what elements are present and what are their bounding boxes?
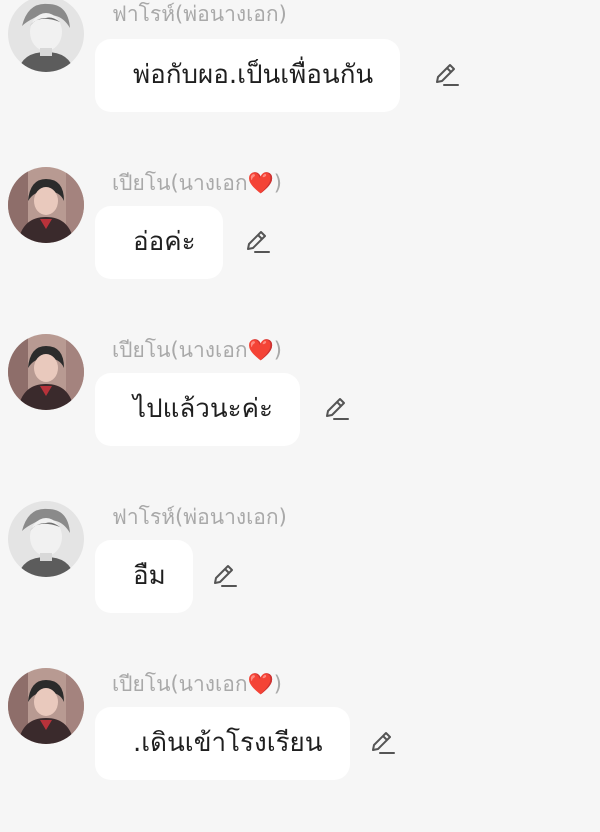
message-bubble[interactable]: อ่อค่ะ (95, 206, 223, 279)
sender-name: ฟาโรห์(พ่อนางเอก) (112, 2, 287, 26)
avatar-heroine[interactable] (8, 668, 84, 744)
pencil-edit-icon[interactable] (243, 228, 271, 256)
sender-name: เปียโน(นางเอก❤️) (112, 672, 282, 696)
message-row: ฟาโรห์(พ่อนางเอก) พ่อกับผอ.เป็นเพื่อนกัน (0, 0, 600, 116)
avatar-heroine[interactable] (8, 167, 84, 243)
sender-name: ฟาโรห์(พ่อนางเอก) (112, 505, 287, 529)
pencil-edit-icon[interactable] (322, 395, 350, 423)
pencil-edit-icon[interactable] (432, 61, 460, 89)
avatar-father[interactable] (8, 501, 84, 577)
message-row: ฟาโรห์(พ่อนางเอก) อืม (0, 497, 600, 617)
sender-name: เปียโน(นางเอก❤️) (112, 338, 282, 362)
sender-name: เปียโน(นางเอก❤️) (112, 171, 282, 195)
message-bubble[interactable]: .เดินเข้าโรงเรียน (95, 707, 350, 780)
pencil-edit-icon[interactable] (210, 562, 238, 590)
pencil-edit-icon[interactable] (368, 729, 396, 757)
message-bubble[interactable]: ไปแล้วนะค่ะ (95, 373, 300, 446)
message-bubble[interactable]: อืม (95, 540, 193, 613)
avatar-heroine[interactable] (8, 334, 84, 410)
message-row: เปียโน(นางเอก❤️) .เดินเข้าโรงเรียน (0, 664, 600, 784)
avatar-father[interactable] (8, 0, 84, 72)
message-bubble[interactable]: พ่อกับผอ.เป็นเพื่อนกัน (95, 39, 401, 112)
message-row: เปียโน(นางเอก❤️) ไปแล้วนะค่ะ (0, 330, 600, 450)
message-row: เปียโน(นางเอก❤️) อ่อค่ะ (0, 163, 600, 283)
